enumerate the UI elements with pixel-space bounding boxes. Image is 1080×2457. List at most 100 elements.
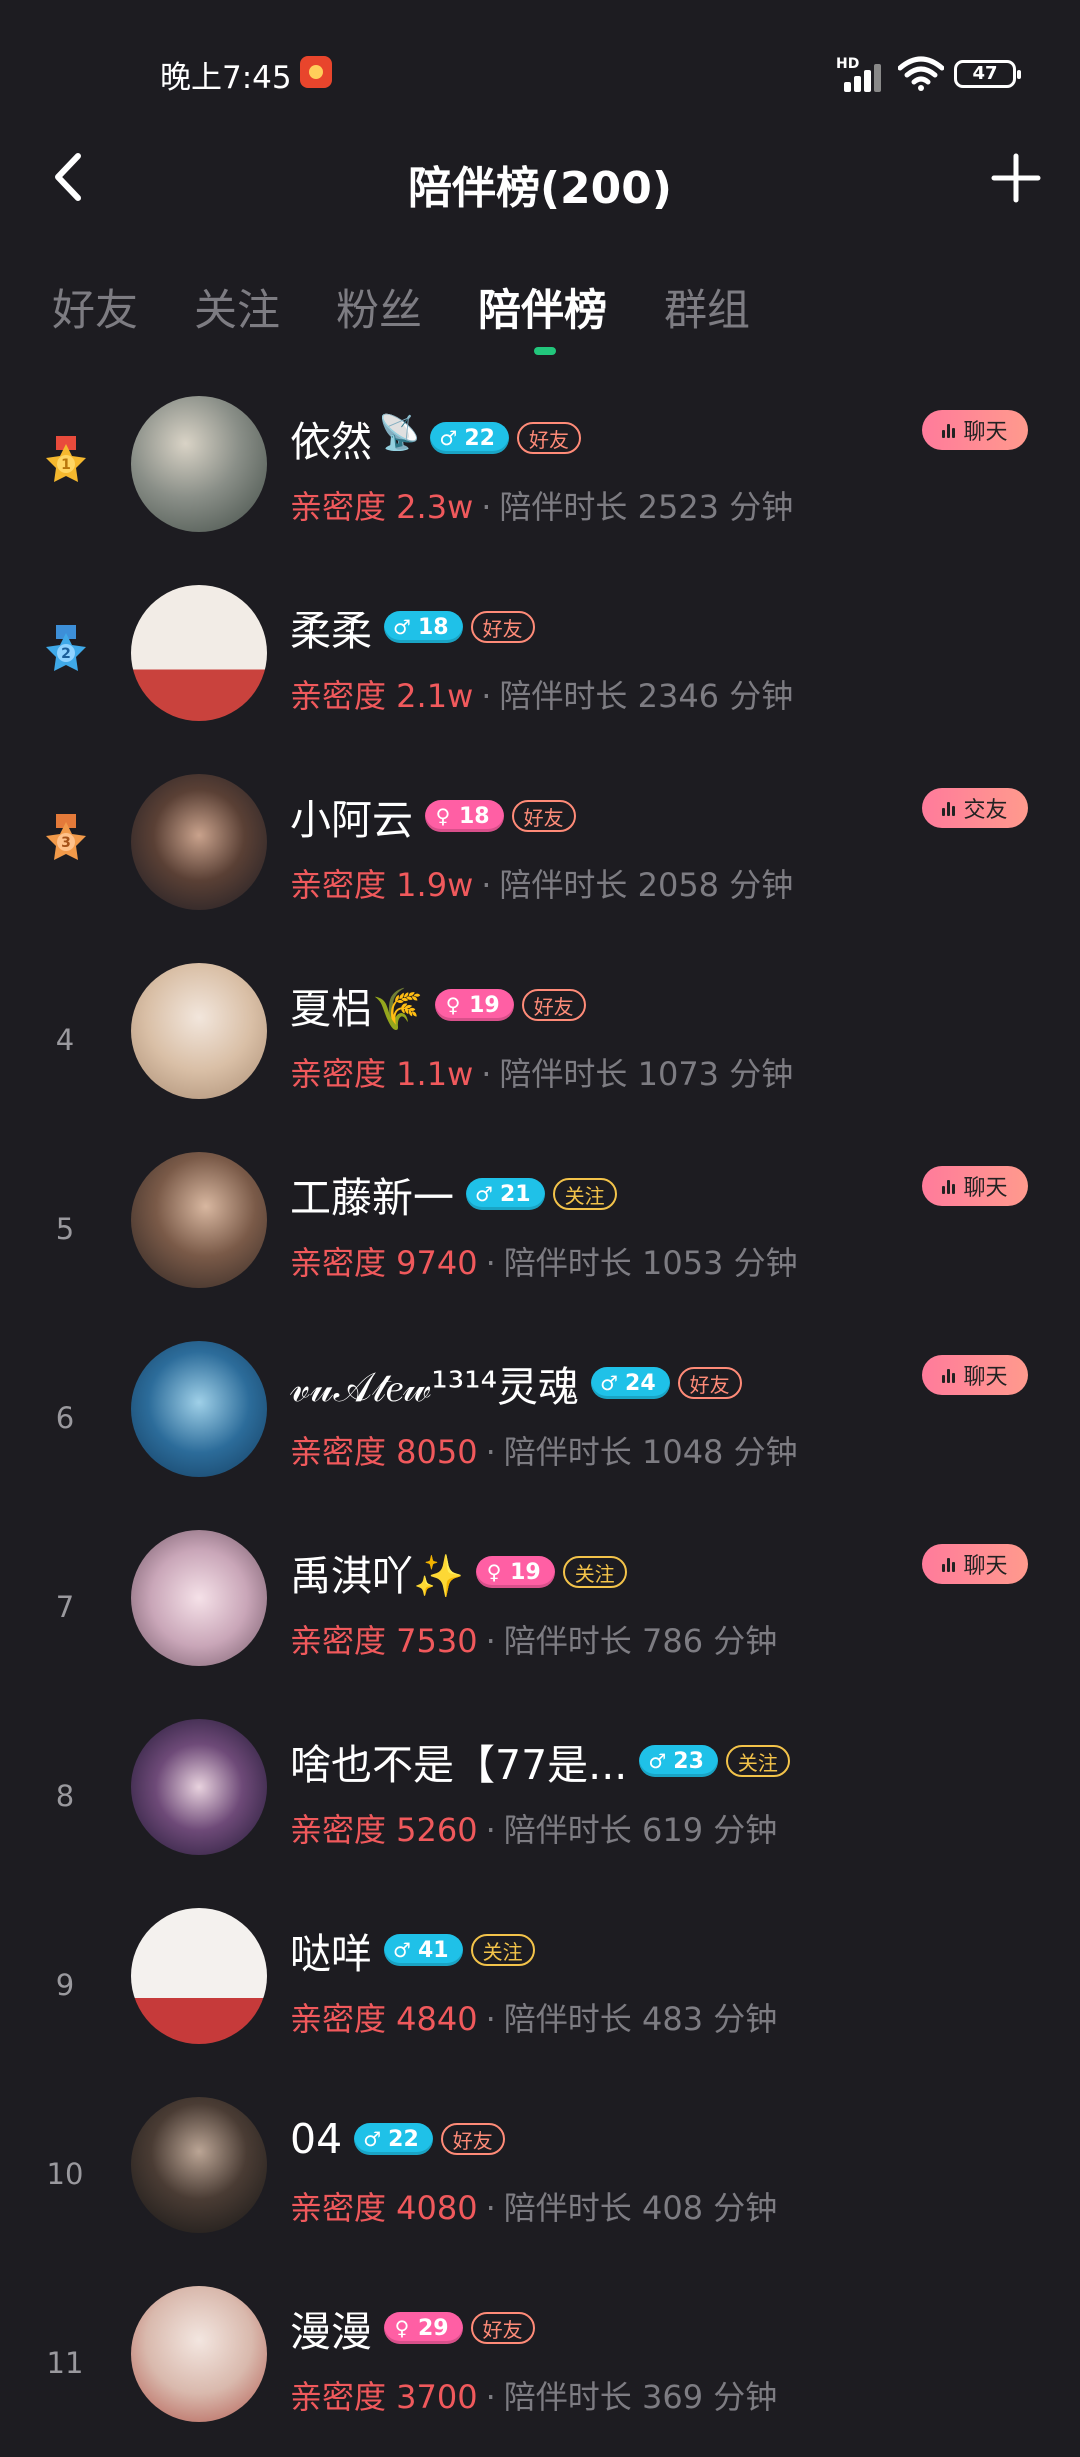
avatar[interactable] [131, 1341, 267, 1477]
intimacy-value: 亲密度 4080 [290, 2189, 478, 2227]
female-icon: ♀ [435, 804, 451, 828]
avatar[interactable] [131, 1152, 267, 1288]
list-item[interactable]: 1 依然 📡 ♂ 22 好友 亲密度 2.3w · 陪伴时长 2523 分钟 聊天 [0, 378, 1080, 567]
intimacy-value: 亲密度 2.1w [290, 677, 474, 715]
companion-duration: 陪伴时长 2523 分钟 [499, 488, 794, 526]
companion-duration: 陪伴时长 2058 分钟 [499, 866, 794, 904]
list-item[interactable]: 4 夏梠🌾 ♀ 19 好友 亲密度 1.1w · 陪伴时长 1073 分钟 [0, 945, 1080, 1134]
relation-badge: 好友 [470, 2312, 535, 2344]
wifi-icon [898, 56, 944, 91]
separator: · [481, 866, 492, 904]
intimacy-value: 亲密度 8050 [290, 1433, 478, 1471]
audio-bars-icon [942, 800, 957, 816]
audio-bars-icon [942, 422, 957, 438]
chat-button[interactable]: 聊天 [922, 410, 1028, 450]
avatar[interactable] [131, 1719, 267, 1855]
rank-number: 10 [46, 2157, 84, 2191]
user-name: 𝓋𝓊𝒜𝓉𝑒𝓌¹³¹⁴灵魂 [290, 1363, 580, 1411]
chat-button[interactable]: 聊天 [922, 1355, 1028, 1395]
gender-age-badge: ♂ 22 [430, 422, 509, 454]
list-item[interactable]: 9 哒咩 ♂ 41 关注 亲密度 4840 · 陪伴时长 483 分钟 [0, 1890, 1080, 2079]
user-name: 啥也不是【77是... [290, 1741, 628, 1789]
list-item[interactable]: 7 禹淇吖✨ ♀ 19 关注 亲密度 7530 · 陪伴时长 786 分钟 聊天 [0, 1512, 1080, 1701]
tab-fans[interactable]: 粉丝 [336, 276, 422, 338]
relation-badge: 关注 [552, 1178, 617, 1210]
companion-duration: 陪伴时长 1048 分钟 [503, 1433, 798, 1471]
svg-text:3: 3 [61, 835, 71, 851]
relation-badge: 关注 [562, 1556, 627, 1588]
page-title: 陪伴榜(200) [407, 163, 673, 214]
list-item[interactable]: 11 漫漫 ♀ 29 好友 亲密度 3700 · 陪伴时长 369 分钟 [0, 2268, 1080, 2457]
silver-medal-icon: 2 [46, 625, 86, 671]
rank-number: 9 [55, 1968, 75, 2002]
intimacy-value: 亲密度 2.3w [290, 488, 474, 526]
intimacy-value: 亲密度 3700 [290, 2378, 478, 2416]
list-item[interactable]: 8 啥也不是【77是... ♂ 23 关注 亲密度 5260 · 陪伴时长 619 分… [0, 1701, 1080, 1890]
tab-following[interactable]: 关注 [194, 276, 280, 338]
relation-badge: 好友 [470, 611, 535, 643]
relation-badge: 关注 [470, 1934, 535, 1966]
gender-age-badge: ♂ 22 [354, 2123, 433, 2155]
avatar[interactable] [131, 585, 267, 721]
avatar[interactable] [131, 2286, 267, 2422]
status-time: 晚上7:45 [160, 60, 292, 96]
list-item[interactable]: 3 小阿云 ♀ 18 好友 亲密度 1.9w · 陪伴时长 2058 分钟 交友 [0, 756, 1080, 945]
avatar[interactable] [131, 1908, 267, 2044]
relation-badge: 好友 [677, 1367, 742, 1399]
avatar[interactable] [131, 1530, 267, 1666]
user-name: 柔柔 [290, 607, 372, 655]
male-icon: ♂ [600, 1371, 618, 1395]
satellite-decoration-icon: 📡 [378, 413, 421, 453]
gender-age-badge: ♀ 29 [384, 2312, 463, 2344]
companion-duration: 陪伴时长 1073 分钟 [499, 1055, 794, 1093]
male-icon: ♂ [393, 615, 411, 639]
svg-text:1: 1 [61, 457, 71, 473]
audio-bars-icon [942, 1367, 957, 1383]
intimacy-value: 亲密度 1.9w [290, 866, 474, 904]
intimacy-value: 亲密度 5260 [290, 1811, 478, 1849]
tab-friends[interactable]: 好友 [52, 276, 138, 338]
relation-badge: 好友 [521, 989, 586, 1021]
chat-button[interactable]: 聊天 [922, 1166, 1028, 1206]
list-item[interactable]: 10 04 ♂ 22 好友 亲密度 4080 · 陪伴时长 408 分钟 [0, 2079, 1080, 2268]
user-name: 禹淇吖✨ [290, 1552, 465, 1600]
user-name: 漫漫 [290, 2308, 372, 2356]
rank-number: 5 [55, 1212, 75, 1246]
relation-badge: 好友 [440, 2123, 505, 2155]
app-notification-icon [300, 56, 332, 88]
female-icon: ♀ [445, 993, 461, 1017]
rank-number: 4 [55, 1023, 75, 1057]
chat-button[interactable]: 聊天 [922, 1544, 1028, 1584]
gender-age-badge: ♀ 18 [425, 800, 504, 832]
add-icon[interactable] [990, 152, 1042, 204]
make-friends-button[interactable]: 交友 [922, 788, 1028, 828]
user-name: 小阿云 [290, 796, 413, 844]
user-name: 04 [290, 2115, 343, 2163]
separator: · [485, 1433, 496, 1471]
list-item[interactable]: 5 工藤新一 ♂ 21 关注 亲密度 9740 · 陪伴时长 1053 分钟 聊天 [0, 1134, 1080, 1323]
intimacy-value: 亲密度 1.1w [290, 1055, 474, 1093]
signal-icon [838, 62, 886, 92]
rank-number: 7 [55, 1590, 75, 1624]
list-item[interactable]: 2 柔柔 ♂ 18 好友 亲密度 2.1w · 陪伴时长 2346 分钟 [0, 567, 1080, 756]
user-name: 夏梠🌾 [290, 985, 424, 1033]
avatar[interactable] [131, 774, 267, 910]
separator: · [485, 1244, 496, 1282]
avatar[interactable] [131, 2097, 267, 2233]
list-item[interactable]: 6 𝓋𝓊𝒜𝓉𝑒𝓌¹³¹⁴灵魂 ♂ 24 好友 亲密度 8050 · 陪伴时长 1048… [0, 1323, 1080, 1512]
audio-bars-icon [942, 1556, 957, 1572]
avatar[interactable] [131, 963, 267, 1099]
rank-number: 6 [55, 1401, 75, 1435]
gender-age-badge: ♀ 19 [476, 1556, 555, 1588]
status-bar: 晚上7:45 HD 47 [0, 0, 1080, 150]
battery-icon: 47 [954, 60, 1021, 88]
avatar[interactable] [131, 396, 267, 532]
gender-age-badge: ♂ 18 [384, 611, 463, 643]
separator: · [481, 488, 492, 526]
user-name: 工藤新一 [290, 1174, 454, 1222]
tab-groups[interactable]: 群组 [664, 276, 750, 338]
tab-companion-rank[interactable]: 陪伴榜 [478, 276, 607, 338]
companion-duration: 陪伴时长 786 分钟 [503, 1622, 778, 1660]
audio-bars-icon [942, 1178, 957, 1194]
separator: · [481, 677, 492, 715]
